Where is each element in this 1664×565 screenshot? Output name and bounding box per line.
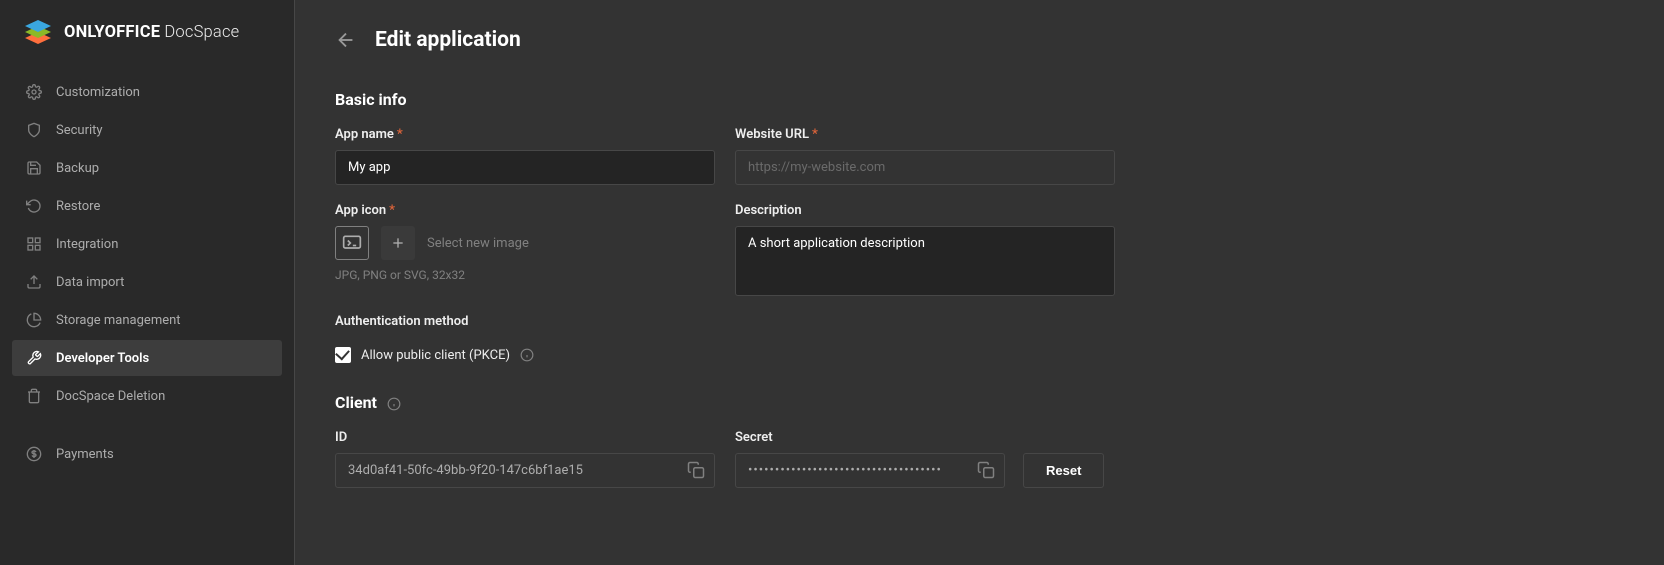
history-icon (26, 198, 42, 214)
sidebar-item-restore[interactable]: Restore (12, 188, 282, 224)
brand-logo: ONLYOFFICE DocSpace (0, 18, 294, 64)
sidebar-item-payments[interactable]: Payments (12, 436, 282, 472)
brand-text: ONLYOFFICE DocSpace (64, 23, 239, 42)
back-arrow-icon[interactable] (335, 29, 357, 51)
sidebar-item-label: Payments (56, 447, 114, 462)
field-description: Description A short application descript… (735, 203, 1115, 296)
field-website-url: Website URL* (735, 127, 1115, 185)
app-name-label: App name* (335, 127, 715, 142)
import-icon (26, 274, 42, 290)
logo-icon (24, 18, 52, 46)
sidebar-item-label: Backup (56, 161, 99, 176)
sidebar-item-label: Integration (56, 237, 118, 252)
sidebar-item-integration[interactable]: Integration (12, 226, 282, 262)
pkce-label: Allow public client (PKCE) (361, 348, 510, 363)
sidebar: ONLYOFFICE DocSpace Customization Securi… (0, 0, 295, 565)
section-client: Client (335, 393, 1624, 412)
sidebar-item-label: DocSpace Deletion (56, 389, 165, 404)
website-url-label: Website URL* (735, 127, 1115, 142)
field-app-icon: App icon* Select new image JPG, PNG or S… (335, 203, 715, 296)
sidebar-item-customization[interactable]: Customization (12, 74, 282, 110)
description-textarea[interactable]: A short application description (735, 226, 1115, 296)
field-app-name: App name* (335, 127, 715, 185)
sidebar-item-backup[interactable]: Backup (12, 150, 282, 186)
sidebar-item-label: Security (56, 123, 103, 138)
sidebar-item-data-import[interactable]: Data import (12, 264, 282, 300)
sidebar-item-deletion[interactable]: DocSpace Deletion (12, 378, 282, 414)
field-client-secret: Secret (735, 430, 1005, 488)
pkce-checkbox[interactable] (335, 347, 351, 363)
tools-icon (26, 350, 42, 366)
grid-icon (26, 236, 42, 252)
client-secret-label: Secret (735, 430, 1005, 445)
page-header: Edit application (335, 28, 1624, 52)
icon-hint: JPG, PNG or SVG, 32x32 (335, 268, 715, 282)
save-icon (26, 160, 42, 176)
nav-list: Customization Security Backup Restore In… (0, 64, 294, 565)
sidebar-item-label: Restore (56, 199, 100, 214)
sidebar-item-security[interactable]: Security (12, 112, 282, 148)
page-title: Edit application (375, 28, 521, 52)
reset-button[interactable]: Reset (1023, 453, 1104, 488)
app-name-input[interactable] (335, 150, 715, 185)
app-icon-label: App icon* (335, 203, 715, 218)
gear-icon (26, 84, 42, 100)
dollar-icon (26, 446, 42, 462)
client-secret-input[interactable] (735, 453, 1005, 488)
info-icon[interactable] (387, 397, 401, 411)
add-icon-button[interactable] (381, 226, 415, 260)
sidebar-item-label: Data import (56, 275, 124, 290)
main-content: Edit application Basic info App name* We… (295, 0, 1664, 565)
copy-icon[interactable] (977, 461, 997, 481)
client-id-label: ID (335, 430, 715, 445)
pie-chart-icon (26, 312, 42, 328)
sidebar-item-label: Storage management (56, 313, 181, 328)
sidebar-item-developer-tools[interactable]: Developer Tools (12, 340, 282, 376)
copy-icon[interactable] (687, 461, 707, 481)
field-client-id: ID (335, 430, 715, 488)
sidebar-item-label: Customization (56, 85, 140, 100)
field-auth-method: Authentication method Allow public clien… (335, 314, 1624, 363)
auth-method-label: Authentication method (335, 314, 1624, 329)
sidebar-item-storage[interactable]: Storage management (12, 302, 282, 338)
shield-icon (26, 122, 42, 138)
description-label: Description (735, 203, 1115, 218)
trash-icon (26, 388, 42, 404)
app-icon-preview (335, 226, 369, 260)
client-id-input[interactable] (335, 453, 715, 488)
info-icon[interactable] (520, 348, 534, 362)
website-url-input[interactable] (735, 150, 1115, 185)
sidebar-item-label: Developer Tools (56, 351, 149, 366)
select-new-image-text: Select new image (427, 236, 529, 251)
section-basic-info: Basic info (335, 90, 1624, 109)
